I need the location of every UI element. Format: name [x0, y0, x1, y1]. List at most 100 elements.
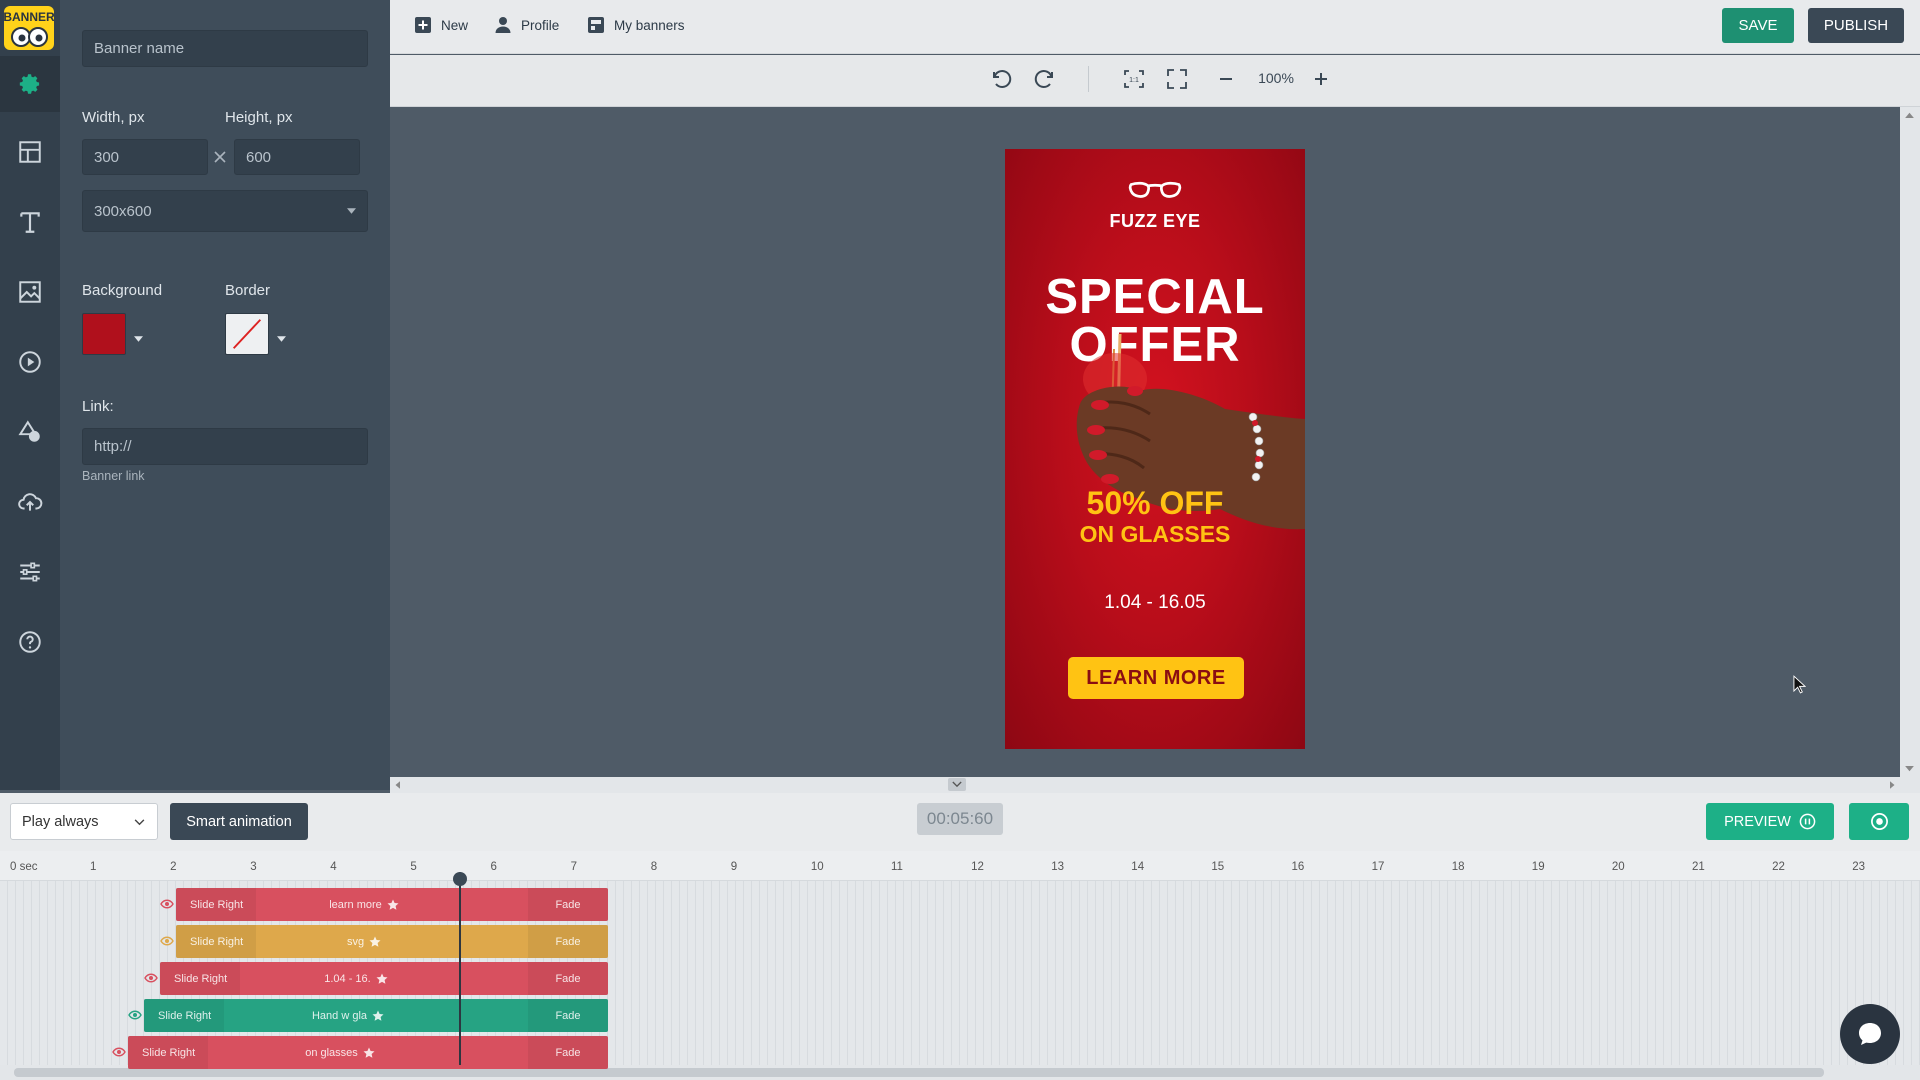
- timeline-tick: 5: [410, 861, 417, 873]
- timeline-tick: 10: [810, 861, 824, 873]
- adjust-tab[interactable]: [0, 544, 60, 600]
- track-out-animation[interactable]: Fade: [528, 1036, 608, 1069]
- new-label: New: [441, 17, 469, 33]
- timeline-tick: 19: [1531, 861, 1545, 873]
- track-layer-name[interactable]: 1.04 - 16.: [240, 962, 472, 995]
- playhead[interactable]: [459, 872, 461, 1065]
- timeline-tick: 11: [891, 861, 903, 873]
- play-icon: [19, 351, 41, 373]
- my-banners-button[interactable]: My banners: [587, 16, 685, 34]
- preview-button[interactable]: PREVIEW: [1706, 803, 1834, 840]
- brand-name[interactable]: FUZZ EYE: [1005, 211, 1305, 232]
- chevron-down-icon: [347, 208, 356, 214]
- size-preset-select[interactable]: 300x600: [82, 190, 368, 232]
- upload-tab[interactable]: [0, 474, 60, 530]
- publish-button[interactable]: PUBLISH: [1808, 8, 1904, 43]
- scroll-up-icon: [1905, 112, 1914, 118]
- track-layer-name[interactable]: on glasses: [208, 1036, 472, 1069]
- track-in-animation[interactable]: Slide Right: [160, 962, 240, 995]
- timeline-timer: 00:05:60: [917, 803, 1003, 835]
- horizontal-scrollbar[interactable]: [390, 777, 1920, 793]
- shapes-tab[interactable]: [0, 404, 60, 460]
- eye-icon[interactable]: [112, 1047, 126, 1057]
- redo-button[interactable]: [1031, 65, 1059, 93]
- record-button[interactable]: [1849, 803, 1909, 840]
- track-in-animation[interactable]: Slide Right: [176, 888, 256, 921]
- background-chevron-icon[interactable]: [134, 329, 143, 347]
- offer-line-1[interactable]: 50% OFF: [1005, 485, 1305, 522]
- timeline-track[interactable]: Slide Right 1.04 - 16. Fade: [160, 962, 608, 995]
- banner-name-input[interactable]: Banner name: [82, 30, 368, 67]
- width-value: 300: [94, 148, 120, 166]
- track-in-animation[interactable]: Slide Right: [176, 925, 256, 958]
- offer-line-2[interactable]: ON GLASSES: [1005, 521, 1305, 548]
- timeline-toggle-handle[interactable]: [948, 778, 966, 791]
- star-icon[interactable]: [363, 1047, 375, 1059]
- smart-animation-button[interactable]: Smart animation: [170, 803, 308, 840]
- eye-icon[interactable]: [144, 973, 158, 983]
- save-button[interactable]: SAVE: [1722, 8, 1794, 43]
- app-logo[interactable]: BANNER: [2, 4, 56, 52]
- track-layer-label: on glasses: [305, 1046, 358, 1059]
- track-out-animation[interactable]: Fade: [528, 962, 608, 995]
- track-out-animation[interactable]: Fade: [528, 888, 608, 921]
- track-layer-name[interactable]: learn more: [256, 888, 472, 921]
- track-in-animation[interactable]: Slide Right: [128, 1036, 208, 1069]
- width-label: Width, px: [82, 109, 145, 126]
- star-icon[interactable]: [387, 899, 399, 911]
- background-color-swatch[interactable]: [82, 313, 126, 355]
- glasses-logo-icon[interactable]: [1005, 179, 1305, 206]
- eye-icon[interactable]: [128, 1010, 142, 1020]
- star-icon[interactable]: [369, 936, 381, 948]
- fullscreen-button[interactable]: [1163, 65, 1191, 93]
- settings-tab[interactable]: [0, 56, 60, 112]
- text-tab[interactable]: [0, 194, 60, 250]
- eye-icon[interactable]: [160, 899, 174, 909]
- zoom-in-button[interactable]: [1307, 65, 1335, 93]
- undo-button[interactable]: [987, 65, 1015, 93]
- image-tab[interactable]: [0, 264, 60, 320]
- help-tab[interactable]: [0, 614, 60, 670]
- link-label: Link:: [82, 398, 114, 415]
- border-color-swatch[interactable]: [225, 313, 269, 355]
- track-out-animation[interactable]: Fade: [528, 999, 608, 1032]
- timeline-ruler[interactable]: 0 sec 1 2 3 4 5 6 7 8 9 10 11 12 13 14 15 16 17 18 19 20 21 22…: [0, 851, 1920, 881]
- learn-more-button[interactable]: LEARN MORE: [1068, 657, 1244, 699]
- timeline-tick: 0 sec: [10, 861, 38, 873]
- star-icon[interactable]: [372, 1010, 384, 1022]
- width-input[interactable]: 300: [82, 139, 208, 175]
- eye-icon[interactable]: [160, 936, 174, 946]
- track-layer-label: svg: [346, 935, 365, 948]
- timeline-track[interactable]: Slide Right svg Fade: [176, 925, 608, 958]
- video-tab[interactable]: [0, 334, 60, 390]
- actual-size-icon: 1:1: [1124, 70, 1144, 88]
- my-banners-label: My banners: [614, 17, 685, 33]
- banner-name-placeholder: Banner name: [94, 40, 185, 57]
- chat-support-button[interactable]: [1840, 1004, 1900, 1064]
- offer-dates[interactable]: 1.04 - 16.05: [1005, 592, 1305, 614]
- fit-actual-size-button[interactable]: 1:1: [1120, 65, 1148, 93]
- link-input[interactable]: http://: [82, 428, 368, 465]
- timeline-track[interactable]: Slide Right Hand w gla Fade: [144, 999, 608, 1032]
- height-input[interactable]: 600: [234, 139, 360, 175]
- timeline-track[interactable]: Slide Right learn more Fade: [176, 888, 608, 921]
- track-in-animation[interactable]: Slide Right: [144, 999, 224, 1032]
- track-layer-name[interactable]: Hand w gla: [224, 999, 472, 1032]
- banner-artboard[interactable]: FUZZ EYE SPECIAL OFFER 50% OFF ON GLASSE…: [1005, 149, 1305, 749]
- vertical-scrollbar[interactable]: [1900, 107, 1920, 777]
- new-button[interactable]: New: [414, 16, 468, 34]
- layout-tab[interactable]: [0, 124, 60, 180]
- timeline-scrollbar-thumb[interactable]: [14, 1068, 1824, 1077]
- border-chevron-icon[interactable]: [277, 329, 286, 347]
- track-out-animation[interactable]: Fade: [528, 925, 608, 958]
- headline-line-1: SPECIAL: [1045, 270, 1265, 324]
- play-mode-select[interactable]: Play always: [10, 803, 158, 840]
- zoom-out-button[interactable]: [1212, 65, 1240, 93]
- timeline-track[interactable]: Slide Right on glasses Fade: [128, 1036, 608, 1069]
- profile-button[interactable]: Profile: [494, 16, 559, 34]
- track-layer-name[interactable]: svg: [256, 925, 472, 958]
- timeline-tick: 18: [1451, 861, 1465, 873]
- star-icon[interactable]: [376, 973, 388, 985]
- undo-icon: [993, 70, 1012, 88]
- playhead-handle[interactable]: [453, 872, 467, 886]
